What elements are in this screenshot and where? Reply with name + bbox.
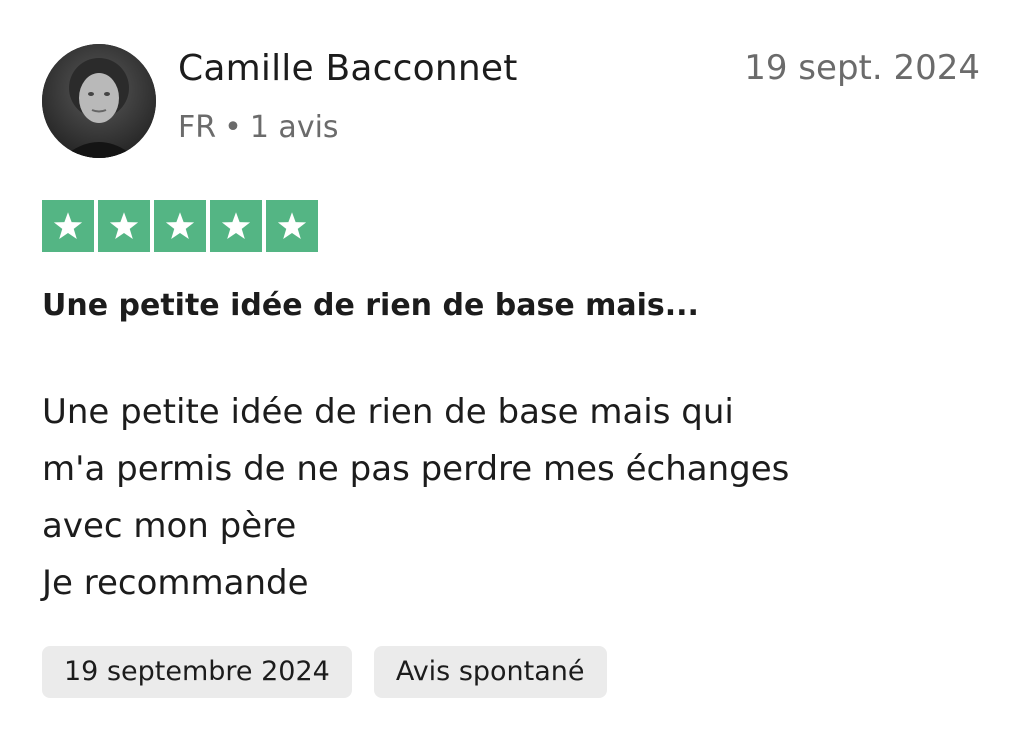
review-body-line: Une petite idée de rien de base mais qui — [42, 392, 734, 432]
reviewer-review-count[interactable]: 1 avis — [250, 110, 339, 145]
review-body-line: m'a permis de ne pas perdre mes échanges — [42, 449, 790, 489]
review-title[interactable]: Une petite idée de rien de base mais... — [42, 288, 699, 323]
star-5 — [266, 200, 318, 252]
tag-date: 19 septembre 2024 — [42, 646, 352, 698]
review-body: Une petite idée de rien de base mais qui… — [42, 384, 942, 612]
meta-separator: • — [224, 110, 242, 145]
star-icon — [221, 212, 251, 239]
review-card: Camille Bacconnet FR • 1 avis 19 sept. 202… — [0, 0, 1024, 733]
avatar-photo-icon — [42, 44, 156, 158]
review-body-line: avec mon père — [42, 506, 297, 546]
tag-review-type[interactable]: Avis spontané — [373, 646, 607, 698]
reviewer-avatar[interactable] — [42, 44, 156, 158]
review-tags: 19 septembre 2024 Avis spontané — [42, 646, 607, 698]
star-4 — [210, 200, 262, 252]
star-icon — [277, 212, 307, 239]
reviewer-meta: FR • 1 avis — [178, 110, 339, 145]
review-body-line: Je recommande — [42, 563, 309, 603]
star-icon — [53, 212, 83, 239]
star-2 — [98, 200, 150, 252]
star-icon — [165, 212, 195, 239]
star-icon — [109, 212, 139, 239]
reviewer-country: FR — [178, 110, 217, 145]
reviewer-name[interactable]: Camille Bacconnet — [178, 48, 518, 89]
review-date: 19 sept. 2024 — [744, 48, 980, 88]
star-3 — [154, 200, 206, 252]
star-1 — [42, 200, 94, 252]
star-rating — [42, 200, 318, 252]
